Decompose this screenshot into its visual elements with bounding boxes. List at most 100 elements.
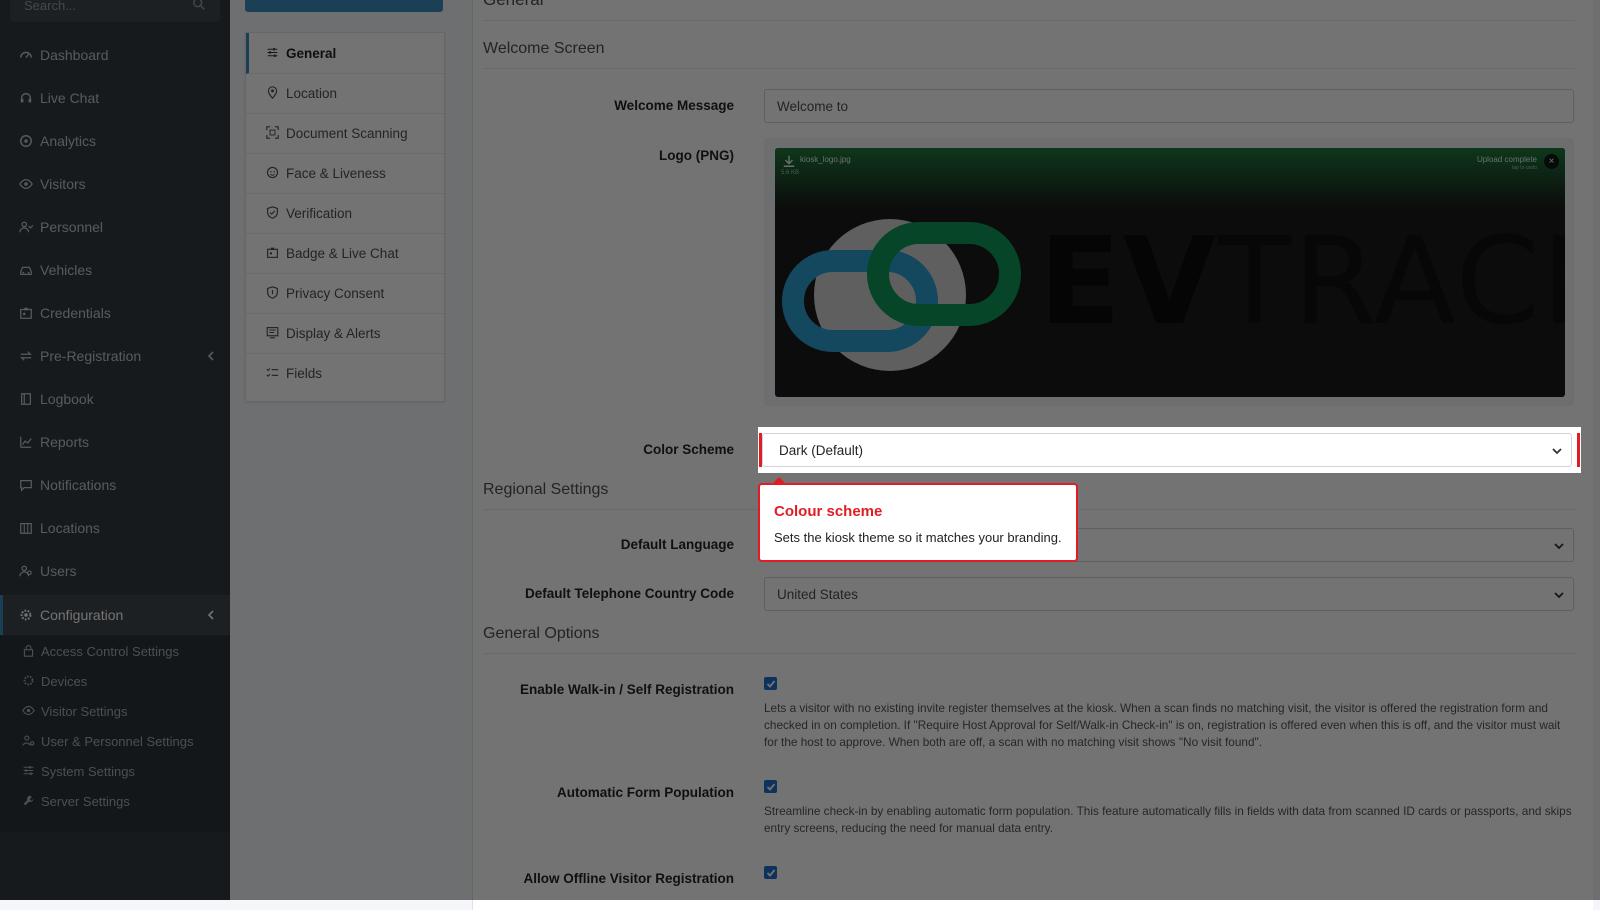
shield-check-icon xyxy=(266,206,280,220)
submenu-item-label: Access Control Settings xyxy=(41,643,180,659)
check-icon xyxy=(766,782,775,791)
settings-tab-label: Face & Liveness xyxy=(286,165,386,181)
gear-icon xyxy=(22,674,36,688)
tooltip-text: Sets the kiosk theme so it matches your … xyxy=(774,530,1062,545)
logo-file-size: 5.6 KB xyxy=(781,170,800,176)
remove-file-button[interactable]: × xyxy=(1544,154,1559,169)
logo-wordmark: EVTRACK xyxy=(1039,213,1565,353)
chevron-left-icon[interactable] xyxy=(206,349,216,363)
users-icon xyxy=(18,563,34,579)
sidebar-item-visitors[interactable]: Visitors xyxy=(0,164,230,204)
settings-tab-privacy-consent[interactable]: Privacy Consent xyxy=(246,273,444,314)
sidebar-item-label: Visitors xyxy=(40,176,86,192)
submenu-item-system-settings[interactable]: System Settings xyxy=(0,756,230,786)
sidebar-item-configuration[interactable]: Configuration xyxy=(0,595,230,635)
settings-tab-label: Display & Alerts xyxy=(286,325,381,341)
sidebar-item-label: Credentials xyxy=(40,305,111,321)
settings-tab-label: Verification xyxy=(286,205,353,221)
chevron-down-icon[interactable] xyxy=(1551,445,1563,457)
submenu-item-server-settings[interactable]: Server Settings xyxy=(0,786,230,816)
save-changes-button[interactable] xyxy=(245,0,443,12)
list-check-icon xyxy=(266,366,280,380)
settings-tab-verification[interactable]: Verification xyxy=(246,193,444,234)
sidebar-item-logbook[interactable]: Logbook xyxy=(0,379,230,419)
telephone-code-label: Default Telephone Country Code xyxy=(524,586,734,601)
walkin-checkbox[interactable] xyxy=(764,677,777,690)
settings-tab-label: Location xyxy=(286,85,338,101)
sidebar-item-analytics[interactable]: Analytics xyxy=(0,121,230,161)
settings-tab-face-liveness[interactable]: Face & Liveness xyxy=(246,153,444,194)
sidebar-item-vehicles[interactable]: Vehicles xyxy=(0,250,230,290)
color-scheme-value[interactable]: Dark (Default) xyxy=(779,443,863,458)
sidebar-item-personnel[interactable]: Personnel xyxy=(0,207,230,247)
submenu-item-label: Visitor Settings xyxy=(41,703,128,719)
settings-tab-label: Document Scanning xyxy=(286,125,408,141)
shield-icon xyxy=(266,286,280,300)
section-title-general-options: General Options xyxy=(483,625,600,642)
sliders-icon xyxy=(22,764,36,778)
sidebar-item-reports[interactable]: Reports xyxy=(0,422,230,462)
submenu-item-user-personnel[interactable]: User & Personnel Settings xyxy=(0,726,230,756)
logo-upload-dropzone[interactable]: kiosk_logo.jpg 5.6 KB Upload complete ta… xyxy=(764,138,1574,406)
user-group-icon xyxy=(18,219,34,235)
welcome-message-value[interactable]: Welcome to xyxy=(777,99,848,114)
sidebar-item-label: Notifications xyxy=(40,477,117,493)
sidebar-item-pre-registration[interactable]: Pre-Registration xyxy=(0,336,230,376)
upload-undo-hint[interactable]: tap to undo xyxy=(1512,165,1537,171)
highlighted-color-scheme-field: Dark (Default) xyxy=(758,427,1581,473)
chevron-down-icon[interactable] xyxy=(1553,540,1565,552)
submenu-item-label: User & Personnel Settings xyxy=(41,733,194,749)
sidebar-item-label: Live Chat xyxy=(40,90,100,106)
sidebar-item-notifications[interactable]: Notifications xyxy=(0,465,230,505)
submenu-item-devices[interactable]: Devices xyxy=(0,666,230,696)
settings-tab-display-alerts[interactable]: Display & Alerts xyxy=(246,313,444,354)
building-icon xyxy=(18,520,34,536)
sidebar-item-label: Analytics xyxy=(40,133,97,149)
telephone-code-select[interactable]: United States xyxy=(764,577,1574,611)
display-icon xyxy=(266,326,280,340)
sidebar-item-credentials[interactable]: Credentials xyxy=(0,293,230,333)
sidebar-item-label: Configuration xyxy=(40,607,124,623)
sidebar-item-locations[interactable]: Locations xyxy=(0,508,230,548)
settings-tab-fields[interactable]: Fields xyxy=(246,353,444,393)
telephone-code-value[interactable]: United States xyxy=(777,587,858,602)
welcome-message-input[interactable]: Welcome to xyxy=(764,89,1574,123)
check-icon xyxy=(766,679,775,688)
submenu-item-label: System Settings xyxy=(41,763,135,779)
search-icon[interactable] xyxy=(192,0,206,11)
upload-status-text: Upload complete xyxy=(1476,155,1537,164)
walkin-help-text: Lets a visitor with no existing invite r… xyxy=(764,701,1561,749)
configuration-submenu: Access Control Settings Devices Visitor … xyxy=(0,636,230,832)
sidebar-search[interactable]: Search... xyxy=(10,0,220,22)
divider xyxy=(483,20,1575,21)
submenu-item-access-control[interactable]: Access Control Settings xyxy=(0,636,230,666)
message-icon xyxy=(18,477,34,493)
user-cog-icon xyxy=(22,734,36,748)
scan-icon xyxy=(266,126,280,140)
chevron-down-icon[interactable] xyxy=(1553,589,1565,601)
section-title-welcome: Welcome Screen xyxy=(483,40,605,57)
location-pin-icon xyxy=(266,86,280,100)
headset-icon xyxy=(18,90,34,106)
walkin-label: Enable Walk-in / Self Registration xyxy=(519,682,734,697)
chart-icon xyxy=(18,434,34,450)
sidebar-item-users[interactable]: Users xyxy=(0,551,230,591)
search-input[interactable]: Search... xyxy=(24,0,76,13)
settings-tab-document-scanning[interactable]: Document Scanning xyxy=(246,113,444,154)
settings-tab-label: General xyxy=(286,45,337,61)
color-scheme-select[interactable]: Dark (Default) xyxy=(762,433,1572,467)
chevron-left-icon[interactable] xyxy=(206,608,216,622)
autofill-label: Automatic Form Population xyxy=(557,785,734,800)
settings-tab-label: Privacy Consent xyxy=(286,285,385,301)
car-icon xyxy=(18,262,34,278)
settings-tab-badge-live-chat[interactable]: Badge & Live Chat xyxy=(246,233,444,274)
autofill-help-text: Streamline check-in by enabling automati… xyxy=(764,804,1572,835)
settings-tab-label: Fields xyxy=(286,365,323,381)
autofill-checkbox[interactable] xyxy=(764,780,777,793)
sidebar-item-live-chat[interactable]: Live Chat xyxy=(0,78,230,118)
offline-registration-checkbox[interactable] xyxy=(764,866,777,879)
settings-tab-general[interactable]: General xyxy=(246,33,444,74)
sidebar-item-dashboard[interactable]: Dashboard xyxy=(0,35,230,75)
settings-tab-location[interactable]: Location xyxy=(246,73,444,114)
submenu-item-visitor-settings[interactable]: Visitor Settings xyxy=(0,696,230,726)
